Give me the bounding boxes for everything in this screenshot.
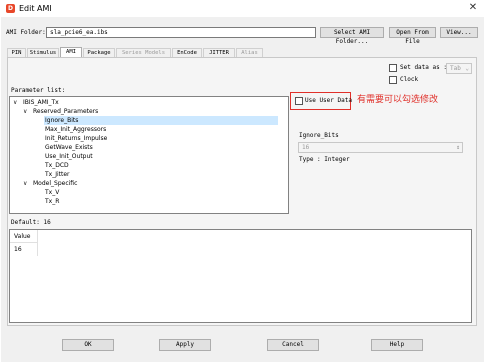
use-user-data-label: Use User Data	[305, 97, 352, 104]
ami-folder-input[interactable]: sla_pcie6_ea.ibs	[46, 27, 316, 38]
tree-item-label: Tx_Jitter	[45, 171, 70, 178]
use-user-data-checkbox[interactable]	[295, 97, 303, 105]
tab-encode[interactable]: EnCode	[172, 48, 202, 57]
tree-item-label: IBIS_AMI_Tx	[23, 99, 59, 106]
tab-stimulus[interactable]: Stimulus	[27, 48, 59, 57]
help-button[interactable]: Help	[371, 339, 423, 351]
tree-item-label: Reserved_Parameters	[33, 108, 99, 115]
tree-item-label: Model_Specific	[33, 180, 78, 187]
view-button[interactable]: View...	[440, 27, 478, 38]
close-icon[interactable]: ✕	[466, 1, 480, 15]
clock-checkbox[interactable]	[389, 76, 397, 84]
app-icon: D	[6, 4, 15, 13]
tree-item-model-specific[interactable]: ∨ Model_Specific	[10, 179, 280, 188]
tree-item-max-init-aggressors[interactable]: Max_Init_Aggressors	[45, 125, 275, 134]
tree-item-use-init-output[interactable]: Use_Init_Output	[45, 152, 275, 161]
tree-item-init-returns-impulse[interactable]: Init_Returns_Impulse	[45, 134, 275, 143]
tree-item-tx-v[interactable]: Tx_V	[45, 188, 275, 197]
tree-item-label: Tx_V	[45, 189, 60, 196]
tab-series-models[interactable]: Series Models	[116, 48, 171, 57]
tab-alias[interactable]: Alias	[236, 48, 263, 57]
parameter-tree[interactable]: ∨ IBIS_AMI_Tx ∨ Reserved_Parameters Igno…	[9, 96, 289, 214]
chevron-down-icon: ⌄	[465, 65, 469, 72]
ok-button[interactable]: OK	[62, 339, 114, 351]
tree-item-tx-jitter[interactable]: Tx_Jitter	[45, 170, 275, 179]
param-type: Type : Integer	[299, 156, 350, 163]
tree-item-label: Max_Init_Aggressors	[45, 126, 107, 133]
open-from-file-button[interactable]: Open From File	[389, 27, 436, 45]
window-title: Edit AMI	[19, 4, 52, 13]
annotation-text: 有需要可以勾选修改	[357, 95, 439, 105]
tree-item-label: Tx_R	[45, 198, 60, 205]
default-label: Default: 16	[11, 219, 51, 226]
parameter-list-label: Parameter list:	[11, 87, 66, 94]
apply-button[interactable]: Apply	[159, 339, 211, 351]
value-column-header: Value	[10, 230, 38, 243]
chevron-down-icon[interactable]: ∨	[23, 107, 27, 116]
tree-item-ignore-bits[interactable]: Ignore_Bits	[44, 116, 278, 125]
set-data-as-label: Set data as :	[400, 64, 447, 71]
tree-item-label: Ignore_Bits	[45, 117, 79, 124]
chevron-down-icon[interactable]: ∨	[13, 98, 17, 107]
cancel-button[interactable]: Cancel	[267, 339, 319, 351]
tree-item-ibis-ami-tx[interactable]: ∨ IBIS_AMI_Tx	[10, 98, 280, 107]
tab-jitter[interactable]: JITTER	[203, 48, 235, 57]
tree-item-label: GetWave_Exists	[45, 144, 93, 151]
tree-item-label: Init_Returns_Impulse	[45, 135, 108, 142]
param-value-spinner[interactable]: 16 ⇕	[298, 142, 463, 153]
clock-label: Clock	[400, 76, 419, 83]
param-value: 16	[302, 144, 310, 151]
tree-item-label: Tx_DCD	[45, 162, 69, 169]
title-bar: D Edit AMI ✕	[0, 0, 485, 17]
spinner-icon[interactable]: ⇕	[456, 143, 460, 152]
tree-scrollbar[interactable]: ⌃ ⌄	[288, 98, 289, 212]
param-name: Ignore_Bits	[299, 132, 339, 139]
set-data-as-select[interactable]: Tab ⌄	[446, 63, 472, 74]
value-table: Value 16	[9, 229, 472, 323]
tree-item-reserved-parameters[interactable]: ∨ Reserved_Parameters	[10, 107, 280, 116]
set-data-as-value: Tab	[450, 65, 461, 72]
chevron-down-icon[interactable]: ∨	[23, 179, 27, 188]
ami-folder-label: AMI Folder:	[6, 29, 46, 36]
tree-item-tx-r[interactable]: Tx_R	[45, 197, 275, 206]
tree-item-getwave-exists[interactable]: GetWave_Exists	[45, 143, 275, 152]
tab-pin[interactable]: PIN	[7, 48, 26, 57]
tree-item-label: Use_Init_Output	[45, 153, 93, 160]
set-data-as-checkbox[interactable]	[389, 64, 397, 72]
value-cell[interactable]: 16	[10, 243, 38, 256]
tree-item-tx-dcd[interactable]: Tx_DCD	[45, 161, 275, 170]
tab-package[interactable]: Package	[83, 48, 115, 57]
select-ami-folder-button[interactable]: Select AMI Folder...	[320, 27, 384, 45]
